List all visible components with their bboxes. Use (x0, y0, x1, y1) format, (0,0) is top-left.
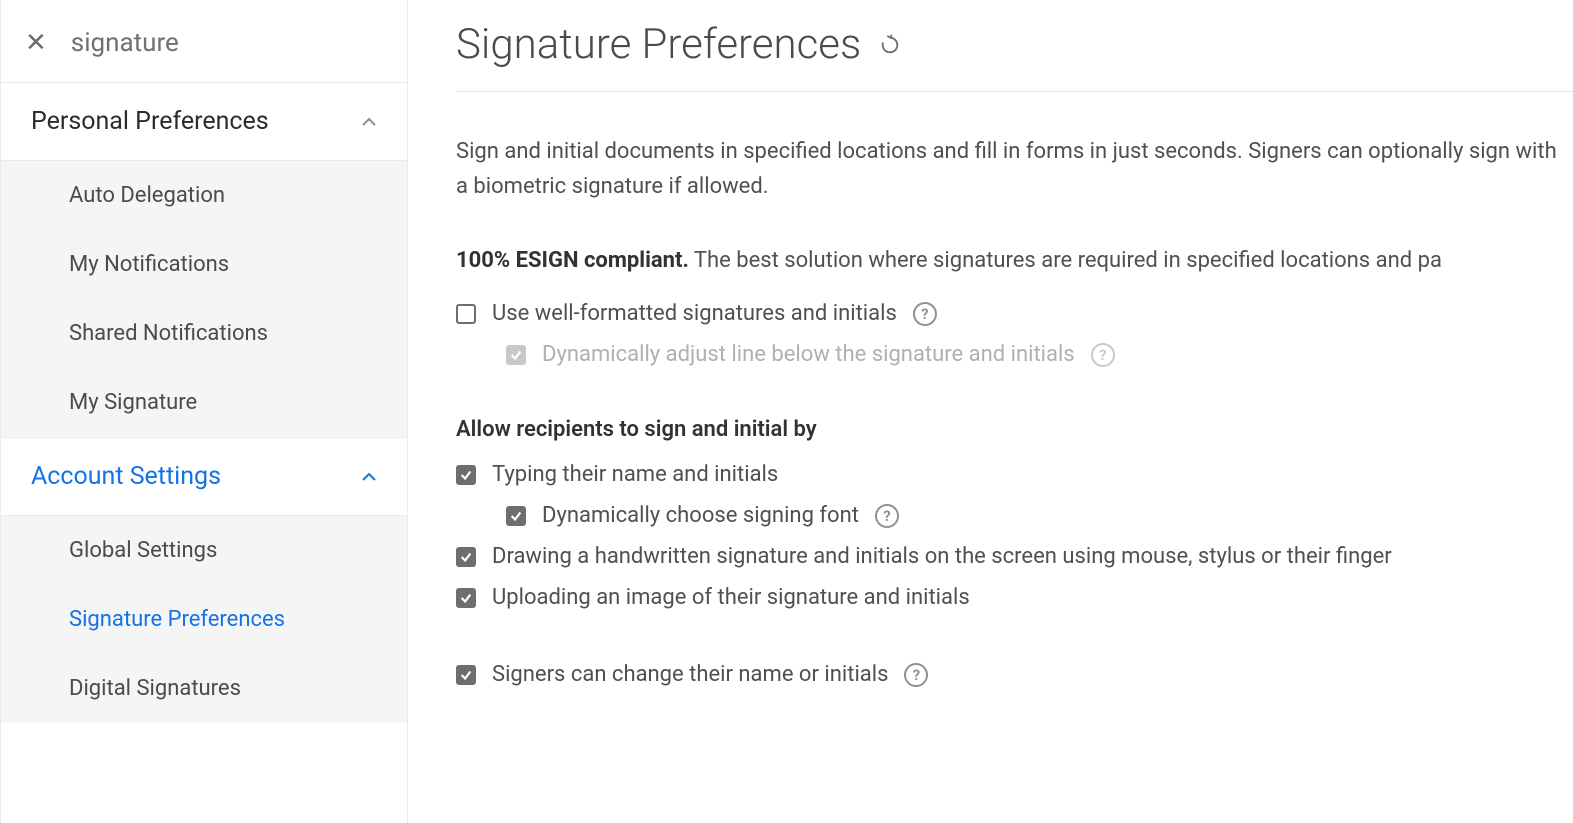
compliance-rest: The best solution where signatures are r… (689, 248, 1442, 273)
opt-drawing: Drawing a handwritten signature and init… (456, 544, 1573, 569)
help-icon[interactable]: ? (875, 504, 899, 528)
main-content: Signature Preferences Sign and initial d… (408, 0, 1573, 823)
refresh-icon[interactable] (879, 33, 903, 57)
opt-label: Typing their name and initials (492, 462, 778, 487)
help-icon[interactable]: ? (913, 302, 937, 326)
nav-items-account: Global Settings Signature Preferences Di… (1, 515, 407, 723)
page-title: Signature Preferences (456, 20, 861, 69)
section-title: Personal Preferences (31, 107, 269, 136)
section-heading-allow: Allow recipients to sign and initial by (456, 417, 1573, 442)
search-text[interactable]: signature (71, 28, 179, 58)
opt-label: Signers can change their name or initial… (492, 662, 888, 687)
nav-digital-signatures[interactable]: Digital Signatures (1, 654, 407, 723)
description: Sign and initial documents in specified … (456, 134, 1573, 204)
checkbox-icon[interactable] (456, 304, 476, 324)
checkbox-icon[interactable] (456, 465, 476, 485)
nav-global-settings[interactable]: Global Settings (1, 516, 407, 585)
checkbox-icon (506, 345, 526, 365)
chevron-up-icon (361, 469, 377, 485)
opt-typing: Typing their name and initials (456, 462, 1573, 487)
options-block-1: Use well-formatted signatures and initia… (456, 301, 1573, 367)
help-icon: ? (1091, 343, 1115, 367)
opt-label: Dynamically adjust line below the signat… (542, 342, 1075, 367)
nav-auto-delegation[interactable]: Auto Delegation (1, 161, 407, 230)
opt-well-formatted: Use well-formatted signatures and initia… (456, 301, 1573, 326)
nav-my-notifications[interactable]: My Notifications (1, 230, 407, 299)
checkbox-icon[interactable] (506, 506, 526, 526)
opt-dynamic-font: Dynamically choose signing font ? (456, 503, 1573, 528)
search-row: ✕ signature (1, 0, 407, 83)
sidebar: ✕ signature Personal Preferences Auto De… (0, 0, 408, 823)
opt-dynamic-adjust: Dynamically adjust line below the signat… (456, 342, 1573, 367)
nav-items-personal: Auto Delegation My Notifications Shared … (1, 160, 407, 438)
page-title-row: Signature Preferences (456, 20, 1573, 92)
checkbox-icon[interactable] (456, 588, 476, 608)
section-personal-preferences[interactable]: Personal Preferences (1, 83, 407, 160)
close-icon[interactable]: ✕ (25, 30, 47, 56)
section-title: Account Settings (31, 462, 221, 491)
nav-shared-notifications[interactable]: Shared Notifications (1, 299, 407, 368)
nav-my-signature[interactable]: My Signature (1, 368, 407, 437)
opt-label: Dynamically choose signing font (542, 503, 859, 528)
checkbox-icon[interactable] (456, 665, 476, 685)
opt-change-name: Signers can change their name or initial… (456, 662, 1573, 687)
nav-signature-preferences[interactable]: Signature Preferences (1, 585, 407, 654)
opt-label: Use well-formatted signatures and initia… (492, 301, 897, 326)
compliance-text: 100% ESIGN compliant. The best solution … (456, 248, 1573, 273)
chevron-up-icon (361, 114, 377, 130)
help-icon[interactable]: ? (904, 663, 928, 687)
opt-uploading: Uploading an image of their signature an… (456, 585, 1573, 610)
opt-label: Uploading an image of their signature an… (492, 585, 970, 610)
compliance-bold: 100% ESIGN compliant. (456, 248, 689, 273)
section-account-settings[interactable]: Account Settings (1, 438, 407, 515)
checkbox-icon[interactable] (456, 547, 476, 567)
opt-label: Drawing a handwritten signature and init… (492, 544, 1392, 569)
